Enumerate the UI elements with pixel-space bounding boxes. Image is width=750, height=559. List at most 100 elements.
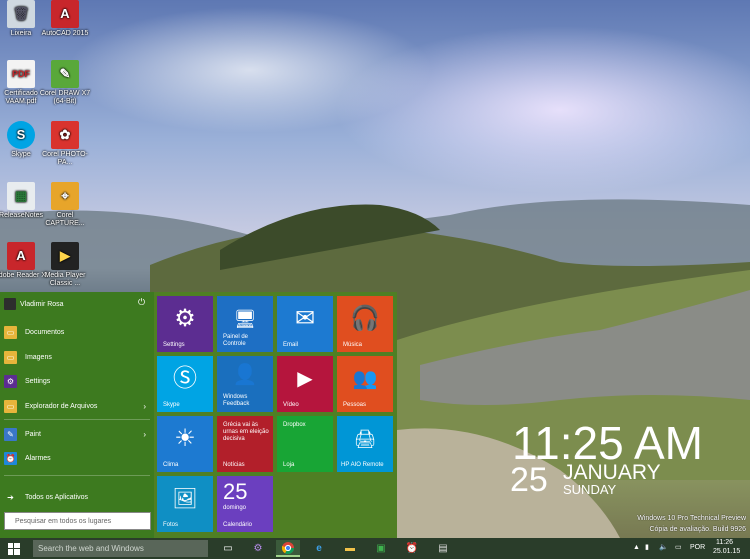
skype-icon: S	[7, 121, 35, 149]
tile-calendario[interactable]: 25 domingo Calendário	[217, 476, 273, 532]
start-item-explorador[interactable]: ▭ Explorador de Arquivos ›	[4, 397, 150, 415]
network-icon[interactable]: ▮	[645, 543, 649, 551]
tile-label: Skype	[163, 402, 180, 408]
gear-icon: ⚙	[174, 305, 196, 332]
tray-time[interactable]: 11:26	[716, 539, 733, 546]
avatar	[4, 298, 16, 310]
start-item-paint[interactable]: ✎ Paint ›	[4, 425, 150, 443]
tile-noticias[interactable]: Grécia vai às urnas em eleição decisiva …	[217, 416, 273, 472]
tile-settings[interactable]: ⚙ Settings	[157, 296, 213, 352]
tile-label: HP AIO Remote	[341, 462, 384, 468]
language-indicator[interactable]: POR	[690, 544, 705, 551]
start-item-alarmes[interactable]: ⏰ Alarmes	[4, 449, 150, 467]
watermark-line2: Cópia de avaliação. Build 9926	[649, 526, 746, 533]
calendar-day: 25	[223, 479, 248, 504]
tile-musica[interactable]: 🎧 Música	[337, 296, 393, 352]
tile-windows-feedback[interactable]: 👤 Windows Feedback	[217, 356, 273, 412]
sun-icon: ☀	[174, 425, 196, 452]
media-player-icon[interactable]: ▤	[431, 540, 455, 557]
tile-painel-de-controle[interactable]: 🖥 Painel de Controle	[217, 296, 273, 352]
chevron-right-icon[interactable]: ›	[143, 430, 146, 439]
tile-fotos[interactable]: 🖼 Fotos	[157, 476, 213, 532]
release-notes-icon: ▦	[7, 182, 35, 210]
start-item-label: Settings	[25, 377, 51, 385]
tile-hp-aio-remote[interactable]: 🖨 HP AIO Remote	[337, 416, 393, 472]
pdf-file-icon: PDF	[7, 60, 35, 88]
start-menu-left-pane: Vladimir Rosa ⏻ ▭ Documentos ▭ Imagens ⚙…	[0, 292, 154, 538]
tile-label: Vídeo	[283, 402, 299, 408]
tile-label: Calendário	[223, 522, 253, 528]
user-account[interactable]: Vladimir Rosa	[4, 296, 64, 312]
tile-label: Settings	[163, 342, 185, 348]
skype-icon: Ⓢ	[173, 365, 197, 392]
photos-icon: 🖼	[172, 488, 198, 510]
calendar-weekday: domingo	[223, 505, 247, 511]
tile-video[interactable]: ▶ Vídeo	[277, 356, 333, 412]
chrome-logo	[282, 541, 294, 554]
desktop-icon-corel-capture[interactable]: ⌖ Corel CAPTURE...	[38, 182, 92, 228]
store-icon[interactable]: ▣	[369, 540, 393, 557]
tile-pessoas[interactable]: 👥 Pessoas	[337, 356, 393, 412]
arrow-right-icon: ➔	[7, 492, 14, 502]
chrome-icon[interactable]	[276, 540, 300, 557]
recycle-bin-icon: 🗑	[7, 0, 35, 28]
headphones-icon: 🎧	[350, 305, 380, 332]
alarm-icon[interactable]: ⏰	[400, 540, 424, 557]
file-explorer-icon: ▭	[4, 399, 17, 413]
adobe-reader-icon: A	[7, 242, 35, 270]
tile-email[interactable]: ✉ Email	[277, 296, 333, 352]
clock-weekday: SUNDAY	[563, 482, 617, 497]
start-item-label: Paint	[25, 430, 41, 438]
video-icon: ▶	[297, 368, 313, 390]
watermark-line1: Windows 10 Pro Technical Preview	[637, 515, 746, 522]
start-item-label: Documentos	[25, 328, 65, 336]
start-item-label: Alarmes	[25, 454, 51, 462]
chevron-up-icon[interactable]: ▲	[633, 544, 640, 551]
desktop-icon-label: Corel DRAW X7 (64-Bit)	[39, 90, 91, 105]
clock-month: JANUARY	[563, 461, 661, 484]
notification-icon[interactable]: ▭	[675, 543, 682, 551]
start-item-imagens[interactable]: ▭ Imagens	[4, 348, 150, 366]
tray-date[interactable]: 25.01.15	[713, 548, 740, 555]
mail-icon: ✉	[294, 305, 316, 332]
control-panel-icon: 🖥	[233, 309, 257, 329]
feedback-icon: 👤	[232, 364, 258, 386]
tile-skype[interactable]: Ⓢ Skype	[157, 356, 213, 412]
divider	[4, 419, 150, 420]
settings-icon[interactable]: ⚙	[246, 540, 270, 557]
user-name: Vladimir Rosa	[20, 300, 64, 308]
divider	[4, 475, 150, 476]
desktop-icon-coreldraw[interactable]: ✎ Corel DRAW X7 (64-Bit)	[38, 60, 92, 106]
desktop-icon-label: Corel CAPTURE...	[45, 212, 85, 227]
start-item-label: Explorador de Arquivos	[25, 402, 98, 410]
folder-documents-icon: ▭	[4, 325, 17, 339]
tile-clima[interactable]: ☀ Clima	[157, 416, 213, 472]
all-apps-button[interactable]: ➔ Todos os Aplicativos	[4, 488, 150, 506]
tile-label: Email	[283, 342, 299, 348]
power-icon[interactable]: ⏻	[138, 297, 145, 308]
desktop-icon-label: Media Player Classic ...	[44, 272, 86, 287]
corel-photopaint-icon: ✿	[51, 121, 79, 149]
desktop-icon-corel-photopaint[interactable]: ✿ Corel PHOTO-PA...	[38, 121, 92, 167]
desktop-icon-autocad[interactable]: A AutoCAD 2015	[38, 0, 92, 38]
start-item-label: Imagens	[25, 353, 52, 361]
clock-day: 25	[510, 461, 548, 499]
all-apps-label: Todos os Aplicativos	[25, 493, 89, 501]
desktop-icon-media-player[interactable]: ▶ Media Player Classic ...	[38, 242, 92, 288]
task-view-icon[interactable]: ▭	[216, 540, 240, 557]
start-item-documentos[interactable]: ▭ Documentos	[4, 323, 150, 341]
news-headline: Grécia vai às urnas em eleição decisiva	[223, 422, 269, 442]
volume-icon[interactable]: 🔈	[659, 543, 668, 551]
tile-label: Pessoas	[343, 402, 367, 408]
chevron-right-icon[interactable]: ›	[143, 402, 146, 411]
internet-explorer-icon[interactable]: e	[307, 540, 331, 557]
tile-loja[interactable]: Dropbox Loja	[277, 416, 333, 472]
file-explorer-icon[interactable]: ▬	[338, 540, 362, 557]
start-item-settings[interactable]: ⚙ Settings	[4, 372, 150, 390]
folder-pictures-icon: ▭	[4, 350, 17, 364]
desktop-icon-label: Corel PHOTO-PA...	[42, 151, 88, 166]
start-search-input[interactable]: Pesquisar em todos os lugares	[4, 512, 151, 530]
start-button[interactable]	[0, 538, 28, 559]
media-player-icon: ▶	[51, 242, 79, 270]
taskbar-search-input[interactable]: Search the web and Windows	[33, 540, 208, 557]
